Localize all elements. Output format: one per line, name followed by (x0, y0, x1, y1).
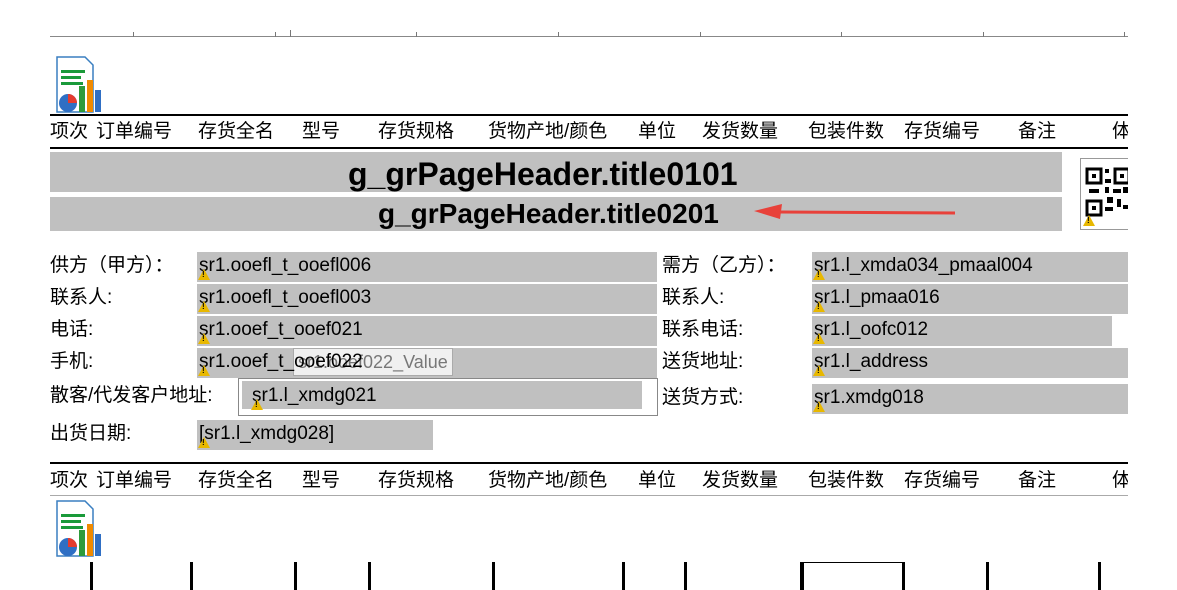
ruler-tick (841, 32, 842, 37)
warning-icon (198, 365, 210, 376)
warning-icon (1083, 215, 1095, 226)
red-arrow-annotation (754, 204, 956, 219)
column-header[interactable]: 单位 (638, 469, 676, 493)
ruler-tick (700, 32, 701, 37)
page-title-1: g_grPageHeader.title0101 (348, 156, 738, 192)
warning-icon (813, 301, 825, 312)
column-header[interactable]: 货物产地/颜色 (488, 469, 607, 493)
field-label: 电话: (50, 319, 94, 340)
column-header[interactable]: 包装件数 (808, 120, 884, 144)
ruler-tick (133, 32, 134, 37)
column-separator (492, 562, 495, 590)
column-header[interactable]: 型号 (302, 120, 340, 144)
report-chart-icon[interactable] (55, 56, 103, 114)
column-header[interactable]: 体 (1112, 469, 1128, 493)
column-header[interactable]: 备注 (1018, 469, 1056, 493)
column-header[interactable]: 存货规格 (378, 120, 454, 144)
field-label: 联系人: (50, 287, 113, 308)
warning-icon (813, 269, 825, 280)
left-gutter (0, 0, 50, 590)
warning-icon (198, 301, 210, 312)
column-header[interactable]: 货物产地/颜色 (488, 120, 607, 144)
field-label: 散客/代发客户地址: (50, 385, 213, 406)
column-header[interactable]: 备注 (1018, 120, 1056, 144)
ruler-tick (983, 32, 984, 37)
field-label: 手机: (50, 351, 94, 372)
column-header[interactable]: 订单编号 (96, 469, 172, 493)
column-header[interactable]: 发货数量 (702, 469, 778, 493)
field-label: 联系人: (662, 287, 725, 308)
ruler-tick (558, 32, 559, 37)
field-value[interactable]: sr1.l_xmda034_pmaal004 (814, 254, 1033, 278)
column-header[interactable]: 单位 (638, 120, 676, 144)
report-design-canvas[interactable]: 项次 订单编号 存货全名 型号 存货规格 货物产地/颜色 单位 发货数量 包装件数 存货编号 备注体… (50, 0, 1128, 590)
qr-code-field[interactable] (1080, 158, 1128, 230)
section-border (50, 114, 1128, 116)
column-separator (902, 562, 905, 590)
field-label: 需方（乙方）： (662, 255, 786, 276)
field-label: 出货日期: (50, 423, 132, 444)
column-header[interactable]: 存货全名 (198, 469, 274, 493)
column-header[interactable]: 存货编号 (904, 469, 980, 493)
ruler-tick (290, 30, 291, 37)
field-value[interactable]: sr1.ooefl_t_ooefl003 (199, 286, 371, 310)
warning-icon (813, 333, 825, 344)
ruler-tick (1124, 32, 1125, 37)
warning-icon (198, 269, 210, 280)
field-label: 送货地址: (662, 351, 744, 372)
column-header[interactable]: 发货数量 (702, 120, 778, 144)
field-value[interactable]: [sr1.l_xmdg028] (199, 422, 334, 446)
column-separator (368, 562, 371, 590)
column-separator (684, 562, 687, 590)
column-separator (190, 562, 193, 590)
column-separator (1098, 562, 1101, 590)
warning-icon (813, 401, 825, 412)
ruler-tick (275, 32, 276, 37)
warning-icon (198, 437, 210, 448)
selected-column-cell[interactable] (803, 562, 903, 590)
page-title-2: g_grPageHeader.title0201 (378, 198, 719, 229)
top-ruler-line (50, 36, 1128, 37)
field-value[interactable]: sr1.xmdg018 (814, 386, 924, 410)
column-separator (622, 562, 625, 590)
section-border (50, 495, 1128, 496)
column-header[interactable]: 项次 (50, 120, 88, 144)
column-header[interactable]: 存货规格 (378, 469, 454, 493)
field-value[interactable]: sr1.ooef_t_ooef021 (199, 318, 363, 342)
field-label: 供方（甲方）： (50, 255, 174, 276)
field-value[interactable]: sr1.ooef_t_ooef022 (199, 350, 363, 374)
column-header[interactable]: 型号 (302, 469, 340, 493)
warning-icon (251, 399, 263, 410)
right-gutter (1128, 0, 1177, 590)
field-value[interactable]: sr1.l_xmdg021 (252, 384, 377, 408)
field-value[interactable]: sr1.l_address (814, 350, 928, 374)
warning-icon (813, 365, 825, 376)
report-chart-icon[interactable] (55, 500, 103, 558)
field-value[interactable]: sr1.l_oofc012 (814, 318, 928, 342)
field-label: 送货方式: (662, 387, 744, 408)
column-separator (90, 562, 93, 590)
column-header[interactable]: 存货编号 (904, 120, 980, 144)
field-value[interactable]: sr1.ooefl_t_ooefl006 (199, 254, 371, 278)
column-header[interactable]: 存货全名 (198, 120, 274, 144)
column-header[interactable]: 项次 (50, 469, 88, 493)
field-value[interactable]: sr1.l_pmaa016 (814, 286, 940, 310)
section-border (50, 147, 1128, 149)
column-separator (294, 562, 297, 590)
ruler-tick (416, 32, 417, 37)
warning-icon (198, 333, 210, 344)
column-header[interactable]: 体 (1112, 120, 1128, 144)
column-header[interactable]: 订单编号 (96, 120, 172, 144)
column-header[interactable]: 包装件数 (808, 469, 884, 493)
column-separator (986, 562, 989, 590)
section-border (50, 462, 1128, 464)
field-label: 联系电话: (662, 319, 744, 340)
